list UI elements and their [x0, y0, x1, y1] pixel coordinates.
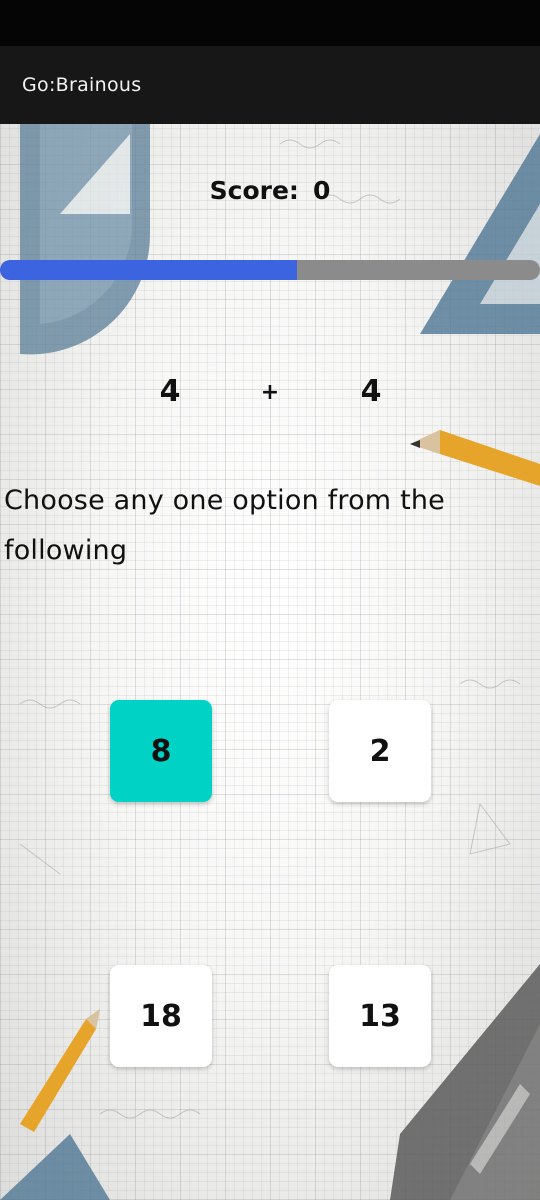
score-display: Score: 0	[0, 176, 540, 205]
option-label: 8	[150, 733, 172, 769]
option-button-3[interactable]: 18	[110, 965, 212, 1067]
set-square-top-drawing	[420, 134, 540, 334]
left-operand: 4	[159, 374, 181, 409]
option-button-4[interactable]: 13	[329, 965, 431, 1067]
option-label: 18	[140, 998, 182, 1034]
status-bar	[0, 0, 540, 46]
progress-bar-fill	[0, 260, 297, 280]
progress-bar	[0, 260, 540, 280]
right-operand: 4	[360, 374, 382, 409]
pencil-bottom-drawing	[20, 1009, 100, 1132]
protractor-drawing	[20, 124, 151, 355]
question-prompt: Choose any one option from the following	[4, 485, 445, 566]
option-button-2[interactable]: 2	[329, 700, 431, 802]
quiz-screen: Score: 0 4 + 4 Choose any one option from…	[0, 124, 540, 1200]
score-value: 0	[312, 176, 331, 205]
option-label: 2	[369, 733, 391, 769]
app-bar: Go:Brainous	[0, 46, 540, 124]
triangle-bottom-drawing	[0, 1134, 110, 1200]
option-label: 13	[359, 998, 401, 1034]
app-title: Go:Brainous	[22, 74, 142, 96]
operator-sign: +	[260, 380, 280, 405]
math-background-art	[0, 124, 540, 1200]
score-label: Score:	[209, 176, 299, 205]
option-button-1[interactable]: 8	[110, 700, 212, 802]
